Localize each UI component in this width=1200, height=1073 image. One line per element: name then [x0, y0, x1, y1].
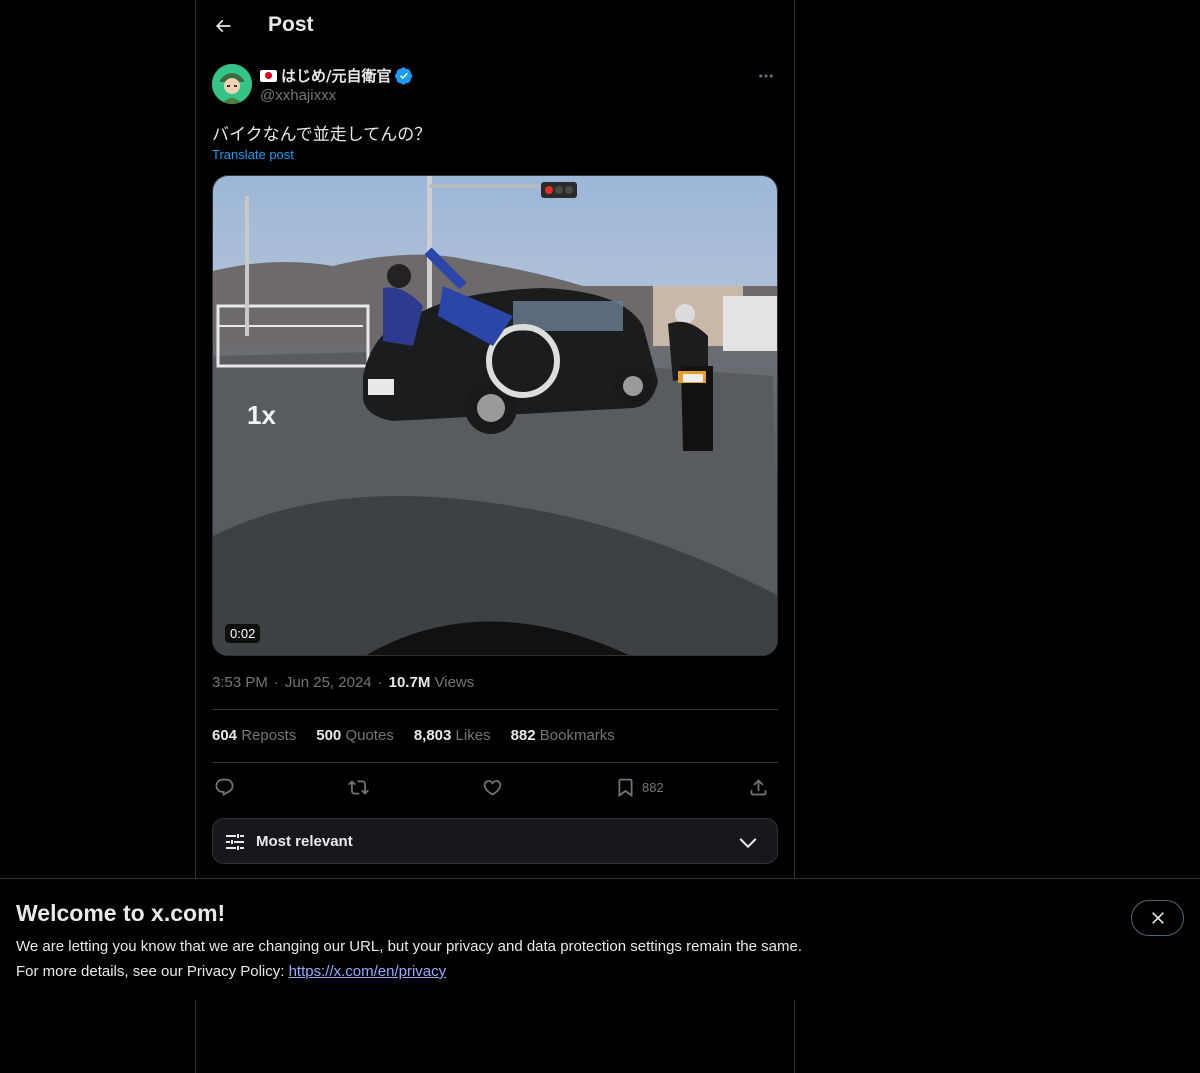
banner-title: Welcome to x.com! [16, 900, 226, 926]
banner-privacy-line: For more details, see our Privacy Policy… [16, 963, 446, 980]
likes-stat[interactable]: 8,803 Likes [414, 727, 491, 744]
arrow-left-icon [215, 19, 231, 33]
author-name-row[interactable]: はじめ/元自衛官 [260, 65, 413, 86]
divider [212, 709, 778, 710]
top-bar: Post [196, 0, 794, 53]
reposts-stat[interactable]: 604 Reposts [212, 727, 296, 744]
avatar[interactable] [212, 64, 252, 104]
chevron-down-icon [739, 838, 757, 849]
banner-message: We are letting you know that we are chan… [16, 938, 802, 955]
close-icon [1151, 912, 1164, 924]
more-horizontal-icon [759, 74, 773, 78]
author-handle[interactable]: @xxhajixxx [260, 87, 336, 104]
sliders-icon [226, 834, 244, 850]
reply-sort-dropdown[interactable]: Most relevant [212, 818, 778, 864]
banner-privacy-prefix: For more details, see our Privacy Policy… [16, 963, 289, 980]
bookmark-icon [618, 778, 633, 797]
verified-badge-icon [395, 66, 413, 85]
views-count: 10.7M [388, 674, 431, 691]
share-icon [750, 778, 767, 795]
reply-icon [215, 778, 234, 796]
post-stats: 604 Reposts 500 Quotes 8,803 Likes 882 B… [212, 727, 615, 744]
video-frame: 1x [213, 176, 777, 655]
post-time-link[interactable]: 3:53 PM [212, 674, 268, 691]
repost-icon [348, 779, 369, 795]
post-text: バイクなんで並走してんの？ [212, 125, 432, 145]
share-button[interactable] [748, 774, 769, 800]
url-change-banner: Welcome to x.com! We are letting you kno… [0, 878, 1200, 1000]
privacy-policy-link[interactable]: https://x.com/en/privacy [289, 963, 447, 980]
reply-button[interactable] [214, 774, 235, 800]
post-author: はじめ/元自衛官 @xxhajixxx [212, 64, 778, 108]
more-options-button[interactable] [754, 64, 778, 88]
views-label: Views [434, 674, 475, 691]
like-button[interactable] [482, 774, 503, 800]
banner-close-button[interactable] [1131, 900, 1184, 936]
page-title: Post [268, 13, 314, 36]
quotes-stat[interactable]: 500 Quotes [316, 727, 394, 744]
japan-flag-icon [260, 69, 277, 82]
post-actions: 882 [212, 772, 778, 802]
meta-separator: · [273, 674, 279, 691]
post-video[interactable]: 1x 0:02 [212, 175, 778, 656]
speed-overlay-text: 1x [247, 400, 276, 430]
bookmark-count: 882 [642, 779, 664, 795]
author-display-name: はじめ/元自衛官 [281, 67, 392, 85]
divider [212, 762, 778, 763]
bookmark-button[interactable]: 882 [615, 774, 664, 800]
post-date-link[interactable]: Jun 25, 2024 [285, 674, 372, 691]
repost-button[interactable] [348, 774, 369, 800]
translate-post-link[interactable]: Translate post [212, 147, 294, 162]
meta-separator: · [377, 674, 383, 691]
post-meta: 3:53 PM · Jun 25, 2024 · 10.7M Views [212, 674, 474, 691]
back-button[interactable] [212, 15, 234, 37]
heart-icon [483, 779, 502, 796]
bookmarks-stat[interactable]: 882 Bookmarks [511, 727, 615, 744]
sort-label: Most relevant [256, 833, 353, 850]
video-duration-badge: 0:02 [225, 624, 261, 643]
